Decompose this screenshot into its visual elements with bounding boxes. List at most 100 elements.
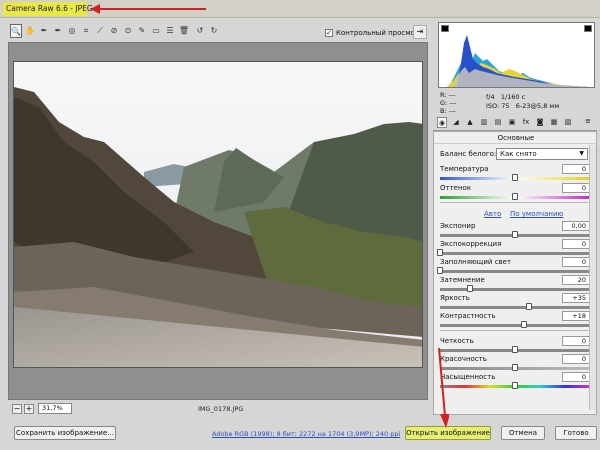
workflow-options-link[interactable]: Adobe RGB (1998); 8 бит; 2272 на 1704 (3… xyxy=(212,430,400,438)
preview-toggle[interactable]: ✓ Контрольный просмотр xyxy=(325,27,423,39)
white-balance-icon[interactable]: ✒ xyxy=(38,24,50,38)
photo-preview[interactable] xyxy=(13,61,423,368)
effects-icon[interactable]: fx xyxy=(521,117,531,128)
slider-value-field[interactable]: +35 xyxy=(562,293,590,303)
straighten-icon[interactable]: ⟋ xyxy=(94,24,106,38)
slider-track[interactable] xyxy=(440,174,590,181)
trash-icon[interactable]: 🗑 xyxy=(178,24,190,38)
slider-value-field[interactable]: 0 xyxy=(562,164,590,174)
aperture-value: f/4 xyxy=(486,93,495,101)
slider-value-field[interactable]: 0 xyxy=(562,239,590,249)
white-balance-value: Как снято xyxy=(500,150,537,158)
slider-handle[interactable] xyxy=(521,321,527,328)
focal-length-value: 6-23@5,8 мм xyxy=(515,102,560,110)
lens-corrections-icon[interactable]: ▣ xyxy=(507,117,517,128)
zoom-out-button[interactable]: − xyxy=(12,404,22,414)
tone-curve-icon[interactable]: ◢ xyxy=(451,117,461,128)
detail-icon[interactable]: ▲ xyxy=(465,117,475,128)
camera-calibration-icon[interactable]: ◙ xyxy=(535,117,545,128)
white-balance-label: Баланс белого: xyxy=(440,150,497,158)
slider-track[interactable] xyxy=(440,231,590,238)
preview-checkbox[interactable]: ✓ xyxy=(325,29,333,37)
spot-removal-icon[interactable]: ⊘ xyxy=(108,24,120,38)
slider-track[interactable] xyxy=(440,382,590,389)
slider-value-field[interactable]: 0 xyxy=(562,336,590,346)
split-toning-icon[interactable]: ▤ xyxy=(493,117,503,128)
slider-handle[interactable] xyxy=(467,285,473,292)
panel-tabs: ◉ ◢ ▲ ▥ ▤ ▣ fx ◙ ▦ ▧ ≡ xyxy=(433,116,597,131)
slider-value-field[interactable]: 0 xyxy=(562,354,590,364)
slider-handle[interactable] xyxy=(512,346,518,353)
zoom-icon[interactable]: 🔍 xyxy=(10,24,22,38)
save-image-button[interactable]: Сохранить изображение... xyxy=(14,426,116,440)
rotate-ccw-icon[interactable]: ↺ xyxy=(194,24,206,38)
basic-panel: Основные Баланс белого: Как снято ▼ Темп… xyxy=(433,131,598,415)
zoom-in-button[interactable]: + xyxy=(24,404,34,414)
slider-track[interactable] xyxy=(440,321,590,328)
b-value: --- xyxy=(448,107,456,115)
done-button[interactable]: Готово xyxy=(555,426,597,440)
slider-value-field[interactable]: 0 xyxy=(562,183,590,193)
panel-divider xyxy=(440,330,590,331)
slider-track[interactable] xyxy=(440,364,590,371)
iso-value: ISO: 75 xyxy=(486,102,510,110)
slider-label: Затемнение xyxy=(440,276,485,284)
graduated-filter-icon[interactable]: ▭ xyxy=(150,24,162,38)
slider-handle[interactable] xyxy=(437,267,443,274)
file-name: IMG_0178.JPG xyxy=(198,405,244,413)
hand-icon[interactable]: ✋ xyxy=(24,24,36,38)
slider-label: Экспокоррекция xyxy=(440,240,502,248)
slider-label: Яркость xyxy=(440,294,470,302)
slider-handle[interactable] xyxy=(525,303,532,310)
slider-track[interactable] xyxy=(437,267,590,274)
fullscreen-toggle-icon[interactable]: ⇥ xyxy=(413,25,427,39)
slider-handle[interactable] xyxy=(512,174,518,181)
basic-icon[interactable]: ◉ xyxy=(437,117,447,128)
slider-track[interactable] xyxy=(437,249,590,256)
window-title: Camera Raw 6.6 - JPEG xyxy=(6,4,93,13)
crop-icon[interactable]: ⌗ xyxy=(80,24,92,38)
slider-value-field[interactable]: 20 xyxy=(562,275,590,285)
slider-handle[interactable] xyxy=(512,193,518,200)
bottom-bar: Сохранить изображение... Adobe RGB (1998… xyxy=(0,420,600,450)
rotate-cw-icon[interactable]: ↻ xyxy=(208,24,220,38)
slider-track[interactable] xyxy=(440,285,590,292)
panel-title: Основные xyxy=(434,132,598,144)
annotation-arrow-icon xyxy=(90,4,206,14)
hsl-icon[interactable]: ▥ xyxy=(479,117,489,128)
slider-value-field[interactable]: 0 xyxy=(562,372,590,382)
color-sampler-icon[interactable]: ✒ xyxy=(52,24,64,38)
slider-track[interactable] xyxy=(440,346,590,353)
presets-icon[interactable]: ▦ xyxy=(549,117,559,128)
auto-link[interactable]: Авто xyxy=(484,210,501,218)
panel-scrollbar[interactable] xyxy=(589,145,596,410)
slider-handle[interactable] xyxy=(512,382,518,389)
annotation-arrow-icon xyxy=(438,348,449,428)
b-label: B: xyxy=(440,107,447,115)
default-link[interactable]: По умолчанию xyxy=(510,210,563,218)
panel-divider xyxy=(440,202,590,203)
slider-track[interactable] xyxy=(440,303,590,310)
white-balance-select[interactable]: Как снято ▼ xyxy=(496,148,588,160)
histogram xyxy=(438,22,595,88)
preview-label: Контрольный просмотр xyxy=(336,29,424,37)
slider-track[interactable] xyxy=(440,193,590,200)
status-bar: − + 31,7% IMG_0178.JPG xyxy=(8,402,428,416)
slider-handle[interactable] xyxy=(437,249,443,256)
cancel-button[interactable]: Отмена xyxy=(501,426,545,440)
slider-label: Температура xyxy=(440,165,489,173)
slider-value-field[interactable]: +18 xyxy=(562,311,590,321)
zoom-select[interactable]: 31,7% xyxy=(38,403,72,414)
panel-menu-icon[interactable]: ≡ xyxy=(585,117,595,128)
g-label: G: xyxy=(440,99,448,107)
snapshots-icon[interactable]: ▧ xyxy=(563,117,573,128)
target-adjust-icon[interactable]: ◎ xyxy=(66,24,78,38)
slider-value-field[interactable]: 0 xyxy=(562,257,590,267)
slider-label: Экспонир xyxy=(440,222,476,230)
slider-value-field[interactable]: 0,00 xyxy=(562,221,590,231)
preferences-icon[interactable]: ☰ xyxy=(164,24,176,38)
slider-handle[interactable] xyxy=(512,364,518,371)
slider-handle[interactable] xyxy=(512,231,518,238)
adjustment-brush-icon[interactable]: ✎ xyxy=(136,24,148,38)
red-eye-icon[interactable]: ⊙ xyxy=(122,24,134,38)
